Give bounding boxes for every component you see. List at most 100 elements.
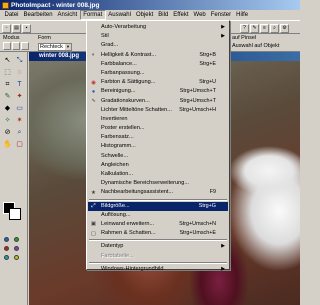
menu-effekt[interactable]: Effekt bbox=[171, 10, 191, 20]
format-menu-item[interactable]: Stil ▶ bbox=[88, 32, 228, 41]
submenu-arrow-icon: ▶ bbox=[221, 243, 225, 250]
menu-item-shortcut: Strg+Umsch+T bbox=[179, 88, 216, 95]
format-menu-item[interactable]: ⤢ Bildgröße... Strg+G bbox=[88, 201, 228, 211]
menu-objekt[interactable]: Objekt bbox=[133, 10, 155, 20]
mode-add-icon[interactable] bbox=[12, 42, 20, 50]
menu-fenster[interactable]: Fenster bbox=[208, 10, 233, 20]
stamp-tool-icon[interactable]: ✶ bbox=[14, 115, 25, 126]
format-menu-item[interactable]: ★ Nachbearbeitungsassistent... F9 bbox=[88, 188, 228, 197]
menu-item-label: Poster erstellen... bbox=[101, 125, 145, 132]
menu-hilfe[interactable]: Hilfe bbox=[234, 10, 251, 20]
brush-option-label[interactable]: auf Pinsel bbox=[232, 35, 256, 41]
palette-color-swatch[interactable] bbox=[4, 255, 9, 260]
format-menu-item[interactable]: Farbensatz... bbox=[88, 133, 228, 142]
format-menu-item[interactable]: Farbanpassung... bbox=[88, 69, 228, 78]
help-icon[interactable]: ? bbox=[240, 24, 249, 33]
selection-object-label[interactable]: Auswahl auf Objekt bbox=[232, 43, 279, 49]
format-menu-item[interactable]: Dynamische Bereichserweiterung... bbox=[88, 179, 228, 188]
menu-item-label: Farbbalance... bbox=[101, 60, 137, 67]
lasso-tool-icon[interactable]: ◌ bbox=[14, 67, 25, 78]
menu-item-shortcut: Strg+G bbox=[198, 202, 216, 209]
format-menu-item[interactable]: Histogramm... bbox=[88, 142, 228, 151]
form-label: Form bbox=[38, 35, 51, 41]
format-menu-item[interactable]: ▢ Rahmen & Schatten... Strg+Umsch+E bbox=[88, 229, 228, 238]
format-menu-item[interactable]: Windows-Hintergrundbild ▶ bbox=[88, 265, 228, 274]
format-menu-item[interactable]: Angleichen bbox=[88, 161, 228, 170]
new-file-icon[interactable]: ▫ bbox=[2, 24, 11, 33]
eraser-tool-icon[interactable]: ▭ bbox=[14, 103, 25, 114]
hand-tool-icon[interactable]: ✋ bbox=[2, 139, 13, 150]
menu-format[interactable]: Format bbox=[79, 10, 106, 20]
half-sun-icon: ◐ bbox=[91, 52, 96, 59]
submenu-arrow-icon: ▶ bbox=[221, 265, 225, 272]
selection-tool-icon[interactable]: ⬚ bbox=[2, 67, 13, 78]
menu-item-label: Dynamische Bereichserweiterung... bbox=[101, 180, 189, 187]
app-icon[interactable] bbox=[2, 1, 9, 9]
paint-tool-icon[interactable]: ✎ bbox=[2, 91, 13, 102]
menu-item-label: Invertieren bbox=[101, 115, 128, 122]
menu-item-label: Bildgröße... bbox=[101, 202, 130, 209]
menu-datei[interactable]: Datei bbox=[2, 10, 21, 20]
fill-tool-icon[interactable]: ◆ bbox=[2, 103, 13, 114]
format-menu-item[interactable]: ◉ Farbton & Sättigung... Strg+U bbox=[88, 78, 228, 87]
menu-item-shortcut: Strg+Umsch+N bbox=[179, 220, 216, 227]
canvas-icon: ▣ bbox=[90, 221, 97, 228]
palette-color-swatch[interactable] bbox=[4, 246, 9, 251]
background-color-swatch[interactable] bbox=[9, 208, 21, 220]
save-icon[interactable]: ▪ bbox=[22, 24, 31, 33]
format-menu-item: Farbtabelle... bbox=[88, 252, 228, 261]
mode-subtract-icon[interactable] bbox=[21, 42, 29, 50]
open-file-icon[interactable]: ▤ bbox=[12, 24, 21, 33]
frame-icon: ▢ bbox=[90, 230, 97, 237]
menu-bearbeiten[interactable]: Bearbeiten bbox=[21, 10, 55, 20]
menu-item-shortcut: Strg+B bbox=[199, 51, 216, 58]
format-menu-item[interactable]: Invertieren bbox=[88, 115, 228, 124]
menu-ansicht[interactable]: Ansicht bbox=[55, 10, 80, 20]
format-menu-item[interactable]: Grad... bbox=[88, 41, 228, 50]
palette-color-swatch[interactable] bbox=[14, 246, 19, 251]
menu-web[interactable]: Web bbox=[191, 10, 208, 20]
format-menu-item[interactable]: ◐ Helligkeit & Kontrast... Strg+B bbox=[88, 51, 228, 60]
palette-color-swatch[interactable] bbox=[14, 255, 19, 260]
zoom-icon[interactable]: ⌕ bbox=[270, 24, 279, 33]
menu-auswahl[interactable]: Auswahl bbox=[106, 10, 134, 20]
retouch-tool-icon[interactable]: ✧ bbox=[2, 115, 13, 126]
menu-bar: Datei Bearbeiten Ansicht Format Auswahl Objek… bbox=[0, 10, 300, 20]
menu-bild[interactable]: Bild bbox=[156, 10, 171, 20]
format-menu-item[interactable]: Farbbalance... Strg+E bbox=[88, 60, 228, 69]
format-menu-item[interactable]: ● Bereinigung... Strg+Umsch+T bbox=[88, 87, 228, 96]
menu-item-label: Farbensatz... bbox=[101, 134, 134, 141]
format-menu-item[interactable]: Auto-Verarbeitung ▶ bbox=[88, 23, 228, 32]
menu-item-label: Nachbearbeitungsassistent... bbox=[101, 189, 174, 196]
zoom-tool-icon[interactable]: ⌕ bbox=[14, 127, 25, 138]
menu-item-label: Helligkeit & Kontrast... bbox=[101, 51, 157, 58]
format-menu-item[interactable]: Schwelle... bbox=[88, 152, 228, 161]
format-menu-item[interactable]: ∿ Gradationskurven... Strg+Umsch+T bbox=[88, 97, 228, 106]
palette-color-swatch[interactable] bbox=[4, 237, 9, 242]
format-menu-item[interactable]: Kalkulation... bbox=[88, 170, 228, 179]
format-menu-item[interactable]: Auflösung... bbox=[88, 211, 228, 220]
pointer-tool-icon[interactable]: ↖ bbox=[2, 55, 13, 66]
format-menu-item[interactable]: Lichter Mitteltöne Schatten... Strg+Umsch… bbox=[88, 106, 228, 115]
clone-tool-icon[interactable]: ✦ bbox=[14, 91, 25, 102]
title-bar: PhotoImpact - winter 008.jpg bbox=[0, 0, 300, 10]
chevron-down-icon[interactable]: ▼ bbox=[65, 44, 71, 50]
menu-item-label: Grad... bbox=[101, 42, 119, 49]
menu-item-label: Angleichen bbox=[101, 161, 129, 168]
brush-icon[interactable]: ✎ bbox=[250, 24, 259, 33]
shape-tool-icon[interactable]: ▢ bbox=[14, 139, 25, 150]
form-select[interactable]: Rechteck ▼ bbox=[38, 43, 72, 51]
layers-icon[interactable]: ≡ bbox=[260, 24, 269, 33]
format-menu-item[interactable]: Poster erstellen... bbox=[88, 124, 228, 133]
menu-item-label: Farbanpassung... bbox=[101, 69, 145, 76]
settings-icon[interactable]: ⚙ bbox=[280, 24, 289, 33]
format-menu-item[interactable]: ▣ Leinwand erweitern... Strg+Umsch+N bbox=[88, 220, 228, 229]
eyedropper-tool-icon[interactable]: ⊘ bbox=[2, 127, 13, 138]
palette-color-swatch[interactable] bbox=[14, 237, 19, 242]
menu-item-label: Farbtabelle... bbox=[101, 252, 134, 259]
format-menu-item[interactable]: Datentyp ▶ bbox=[88, 242, 228, 251]
mode-new-icon[interactable] bbox=[3, 42, 11, 50]
text-tool-icon[interactable]: T bbox=[14, 79, 25, 90]
crop-tool-icon[interactable]: ⌗ bbox=[2, 79, 13, 90]
transform-tool-icon[interactable]: ⤡ bbox=[14, 55, 25, 66]
